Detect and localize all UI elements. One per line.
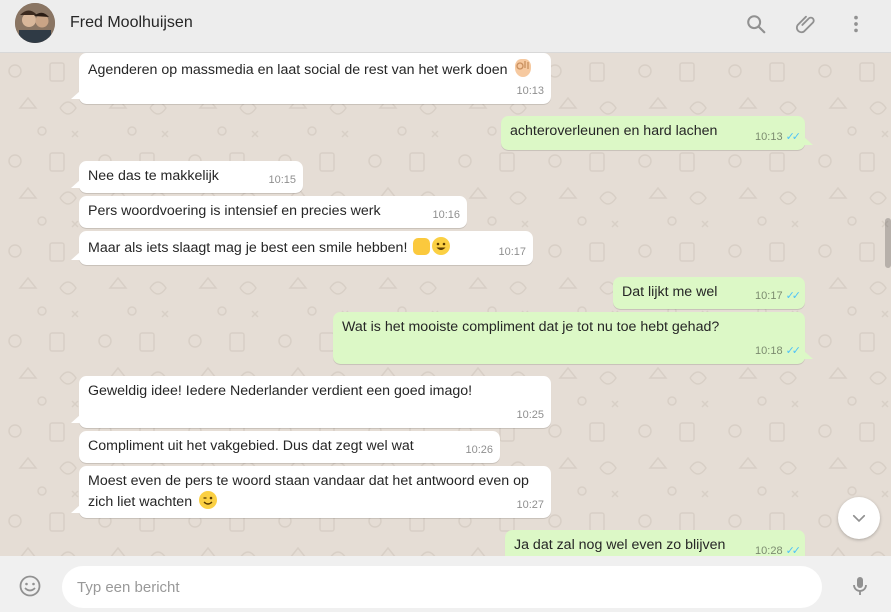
message-time: 10:27 xyxy=(516,499,544,511)
message-meta: 10:27 xyxy=(516,496,544,515)
read-ticks-icon: ✓✓ xyxy=(785,345,802,357)
composer-bar xyxy=(0,556,891,612)
ok-hand-emoji xyxy=(514,59,531,77)
smiley-emoji xyxy=(432,237,451,255)
message-meta: 10:18 ✓✓ xyxy=(755,342,802,361)
message-incoming[interactable]: Moest even de pers te woord staan vandaa… xyxy=(71,466,551,518)
message-meta: 10:25 xyxy=(516,406,544,425)
message-text: Moest even de pers te woord staan vandaa… xyxy=(88,473,529,510)
message-text: Geweldig idee! Iedere Nederlander verdie… xyxy=(88,383,473,399)
read-ticks-icon: ✓✓ xyxy=(785,131,802,143)
message-time: 10:25 xyxy=(516,409,544,421)
message-outgoing[interactable]: Wat is het mooiste compliment dat je tot… xyxy=(333,312,813,364)
message-text: Compliment uit het vakgebied. Dus dat ze… xyxy=(88,438,414,454)
search-icon[interactable] xyxy=(743,11,769,37)
message-meta: 10:13 xyxy=(516,82,544,101)
message-incoming[interactable]: Compliment uit het vakgebied. Dus dat ze… xyxy=(79,431,500,463)
contact-name[interactable]: Fred Moolhuijsen xyxy=(70,14,193,32)
scroll-down-button[interactable] xyxy=(838,497,880,539)
message-time: 10:26 xyxy=(465,444,493,456)
message-meta: 10:26 xyxy=(465,441,493,460)
message-text: Wat is het mooiste compliment dat je tot… xyxy=(342,319,720,335)
message-text: Ja dat zal nog wel even zo blijven xyxy=(514,537,726,553)
message-text: Nee das te makkelijk xyxy=(88,168,219,184)
message-incoming[interactable]: Geweldig idee! Iedere Nederlander verdie… xyxy=(71,376,551,428)
emoji-icon[interactable] xyxy=(17,573,43,599)
message-meta: 10:15 xyxy=(268,171,296,190)
chat-header: Fred Moolhuijsen xyxy=(0,0,891,53)
message-incoming[interactable]: Nee das te makkelijk 10:15 xyxy=(71,161,303,193)
thumbs-up-emoji xyxy=(413,238,431,255)
menu-icon[interactable] xyxy=(843,11,869,37)
message-meta: 10:17 xyxy=(498,243,526,262)
read-ticks-icon: ✓✓ xyxy=(785,545,802,556)
message-text: Dat lijkt me wel xyxy=(622,284,718,300)
microphone-icon[interactable] xyxy=(847,573,873,599)
message-outgoing[interactable]: Ja dat zal nog wel even zo blijven 10:28… xyxy=(505,530,805,556)
chevron-down-icon xyxy=(852,514,866,523)
read-ticks-icon: ✓✓ xyxy=(785,290,802,302)
message-incoming[interactable]: Pers woordvoering is intensief en precie… xyxy=(79,196,467,228)
message-outgoing[interactable]: achteroverleunen en hard lachen 10:13 ✓✓ xyxy=(501,116,813,150)
message-time: 10:13 xyxy=(755,131,783,143)
message-input[interactable] xyxy=(62,566,822,608)
message-time: 10:13 xyxy=(516,85,544,97)
message-text: Maar als iets slaagt mag je best een smi… xyxy=(88,240,408,256)
wink-emoji xyxy=(199,491,218,509)
message-incoming[interactable]: Agenderen op massmedia en laat social de… xyxy=(71,53,551,104)
message-outgoing[interactable]: Dat lijkt me wel 10:17 ✓✓ xyxy=(613,277,805,309)
message-time: 10:18 xyxy=(755,345,783,357)
message-text: Agenderen op massmedia en laat social de… xyxy=(88,62,508,78)
message-text: Pers woordvoering is intensief en precie… xyxy=(88,203,381,219)
message-time: 10:16 xyxy=(432,209,460,221)
message-meta: 10:13 ✓✓ xyxy=(755,128,802,147)
message-meta: 10:16 xyxy=(432,206,460,225)
message-time: 10:17 xyxy=(498,246,526,258)
chat-scrollbar[interactable] xyxy=(885,218,891,268)
chat-panel: Agenderen op massmedia en laat social de… xyxy=(0,53,891,556)
message-text: achteroverleunen en hard lachen xyxy=(510,123,718,139)
message-time: 10:28 xyxy=(755,545,783,556)
attach-icon[interactable] xyxy=(793,11,819,37)
message-time: 10:17 xyxy=(755,290,783,302)
message-meta: 10:17 ✓✓ xyxy=(755,287,802,306)
message-incoming[interactable]: Maar als iets slaagt mag je best een smi… xyxy=(71,231,533,265)
message-meta: 10:28 ✓✓ xyxy=(755,542,802,556)
message-time: 10:15 xyxy=(268,174,296,186)
contact-avatar[interactable] xyxy=(15,3,55,43)
